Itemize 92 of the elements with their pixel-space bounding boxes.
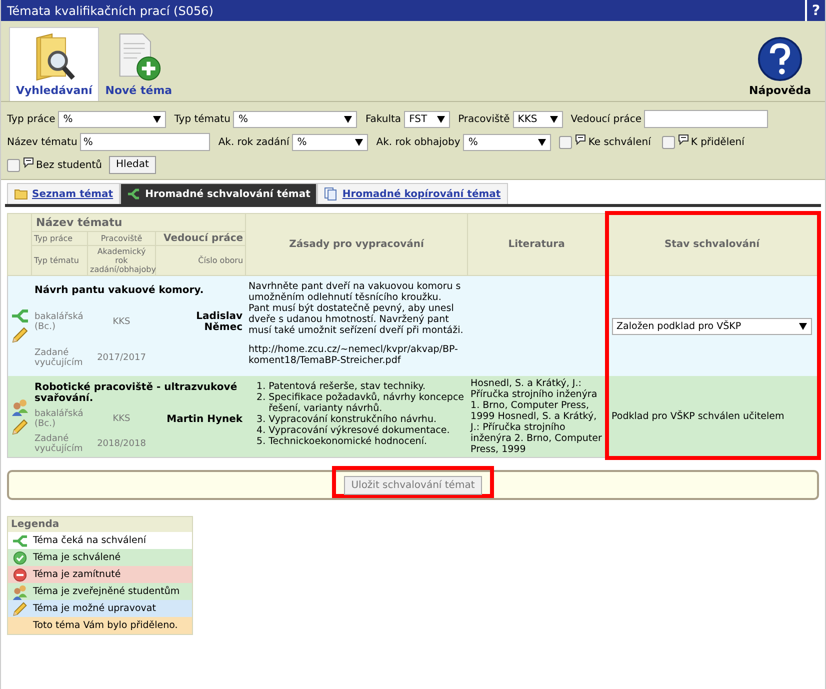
- checkbox-label: Bez studentů: [36, 160, 102, 171]
- filter-label: Pracoviště: [458, 114, 510, 125]
- text-field[interactable]: %: [80, 133, 210, 152]
- filter-label: Typ práce: [7, 114, 56, 125]
- topic-title: Návrh pantu vakuové komory.: [32, 276, 246, 303]
- legend-label: Téma je schválené: [33, 552, 121, 563]
- check-circle-icon: [13, 550, 27, 564]
- topic-type: Zadané vyučujícím: [32, 432, 88, 458]
- dropdown[interactable]: %: [58, 110, 166, 128]
- legend-label: Téma je možné upravovat: [33, 603, 156, 614]
- speech-bubble-icon: [23, 157, 34, 168]
- caret-icon: [355, 138, 364, 146]
- dropdown[interactable]: %: [233, 110, 358, 128]
- minus-circle-icon: [13, 568, 27, 582]
- dropdown[interactable]: KKS: [512, 110, 563, 128]
- caret-icon: [550, 116, 558, 123]
- branch-arrows-icon: [127, 188, 142, 200]
- new-tool-button[interactable]: Nové téma: [99, 27, 178, 101]
- text-field[interactable]: [644, 110, 768, 128]
- legend-title: Legenda: [8, 517, 192, 532]
- legend-label: Téma je zamítnuté: [33, 569, 121, 580]
- filter-label: Vedoucí práce: [570, 114, 642, 125]
- folder-icon: [14, 188, 28, 200]
- academic-year: 2018/2018: [88, 432, 156, 458]
- column-header: Akademický rok zadání/obhajoby: [88, 246, 156, 276]
- legend-label: Téma čeká na schválení: [33, 535, 146, 546]
- legend-label: Téma je zveřejněné studentům: [33, 586, 180, 597]
- speech-bubble-icon: [678, 134, 689, 145]
- supervisor-name: Ladislav Němec: [156, 302, 246, 341]
- principles-item: Patentová rešerše, stav techniky.: [268, 381, 426, 392]
- checkbox-label: K přidělení: [690, 137, 744, 148]
- caret-icon: [437, 116, 446, 123]
- help-tool-button[interactable]: Nápověda: [743, 27, 817, 101]
- column-header: Název tématu: [32, 214, 246, 232]
- checkbox[interactable]: [559, 136, 572, 149]
- thesis-type: bakalářská (Bc.): [32, 406, 88, 432]
- thesis-type: bakalářská (Bc.): [32, 302, 88, 341]
- filter-label: Ak. rok obhajoby: [376, 137, 460, 148]
- checkbox[interactable]: [7, 158, 20, 172]
- supervisor-name: Martin Hynek: [156, 406, 246, 432]
- search-button[interactable]: Hledat: [109, 156, 156, 174]
- column-header: Typ práce: [32, 232, 88, 246]
- window-title: Témata kvalifikačních prací (S056): [7, 4, 214, 18]
- filter-label: Název tématu: [7, 137, 78, 148]
- dropdown[interactable]: %: [292, 134, 368, 151]
- legend-label: Toto téma Vám bylo přiděleno.: [33, 620, 178, 631]
- principles-text: http://home.zcu.cz/~nemecl/kvpr/akvap/BP-koment18/TemaBP-Streicher.pdf: [248, 344, 459, 366]
- list-number: 2.: [256, 392, 266, 405]
- column-header: Typ tématu: [32, 246, 88, 276]
- list-number: 1.: [256, 381, 266, 392]
- search-tool-button[interactable]: Vyhledávaní: [9, 27, 100, 101]
- people-icon: [12, 584, 28, 600]
- principles-item: Technickoekonomické hodnocení.: [268, 436, 427, 447]
- dropdown[interactable]: FST: [404, 110, 450, 128]
- literature-text: Hosnedl, S. a Krátký, J.: Příručka strojního inženýra 1. Brno, Computer Press, 1999 Hosnedl, S. a Krátký, J.: Příručka strojního inženýra 2. Brno, Computer Press, 1999: [470, 378, 602, 455]
- column-header: Zásady pro vypracování: [246, 214, 468, 276]
- caret-icon: [799, 322, 807, 330]
- department: KKS: [88, 302, 156, 341]
- dropdown[interactable]: %: [463, 134, 552, 151]
- filter-label: Fakulta: [365, 114, 402, 125]
- column-header: Vedoucí práce: [156, 232, 246, 246]
- tab[interactable]: Seznam témat: [7, 183, 120, 204]
- topic-type: Zadané vyučujícím: [32, 340, 88, 376]
- academic-year: 2017/2017: [88, 340, 156, 376]
- column-header: Pracoviště: [88, 232, 156, 246]
- status-dropdown[interactable]: Založen podklad pro VŠKP: [612, 318, 812, 334]
- question-mark-icon: [757, 36, 803, 82]
- caret-icon: [153, 116, 162, 123]
- column-header: Literatura: [468, 214, 606, 276]
- checkbox[interactable]: [662, 136, 675, 149]
- principles-item: Vypracování výkresové dokumentace.: [268, 425, 450, 436]
- copy-icon: [324, 187, 338, 201]
- list-number: 5.: [256, 436, 266, 447]
- branch-arrows-icon: [11, 534, 29, 548]
- principles-item: Vypracování konstrukčního návrhu.: [268, 414, 436, 425]
- checkbox-label: Ke schválení: [588, 137, 651, 148]
- tab[interactable]: Hromadné kopírování témat: [317, 183, 508, 204]
- list-number: 4.: [256, 425, 266, 436]
- speech-bubble-icon: [575, 134, 586, 145]
- caret-icon: [344, 116, 352, 123]
- tab[interactable]: Hromadné schvalování témat: [120, 183, 318, 204]
- principles-item: Specifikace požadavků, návrhy koncepce řešení, varianty návrhů.: [268, 392, 465, 414]
- column-header: Číslo oboru: [156, 246, 246, 276]
- pencil-icon: [12, 600, 28, 616]
- topic-title: Robotické pracoviště - ultrazvukové svařování.: [32, 376, 246, 406]
- department: KKS: [88, 406, 156, 432]
- filter-label: Typ tématu: [174, 114, 230, 125]
- status-text: Podklad pro VŠKP schválen učitelem: [612, 411, 784, 422]
- list-number: 3.: [256, 414, 266, 425]
- caret-icon: [538, 138, 546, 146]
- principles-text: Navrhněte pant dveří na vakuovou komoru s umožněním odlehnutí těsnícího kroužku. Pant musí být dostatečně pevný, aby unesl dveře s udanou hmotností. Navržený pant musí také umožnit seřízení dveří při montáži.: [248, 281, 464, 336]
- filter-label: Ak. rok zadání: [218, 137, 290, 148]
